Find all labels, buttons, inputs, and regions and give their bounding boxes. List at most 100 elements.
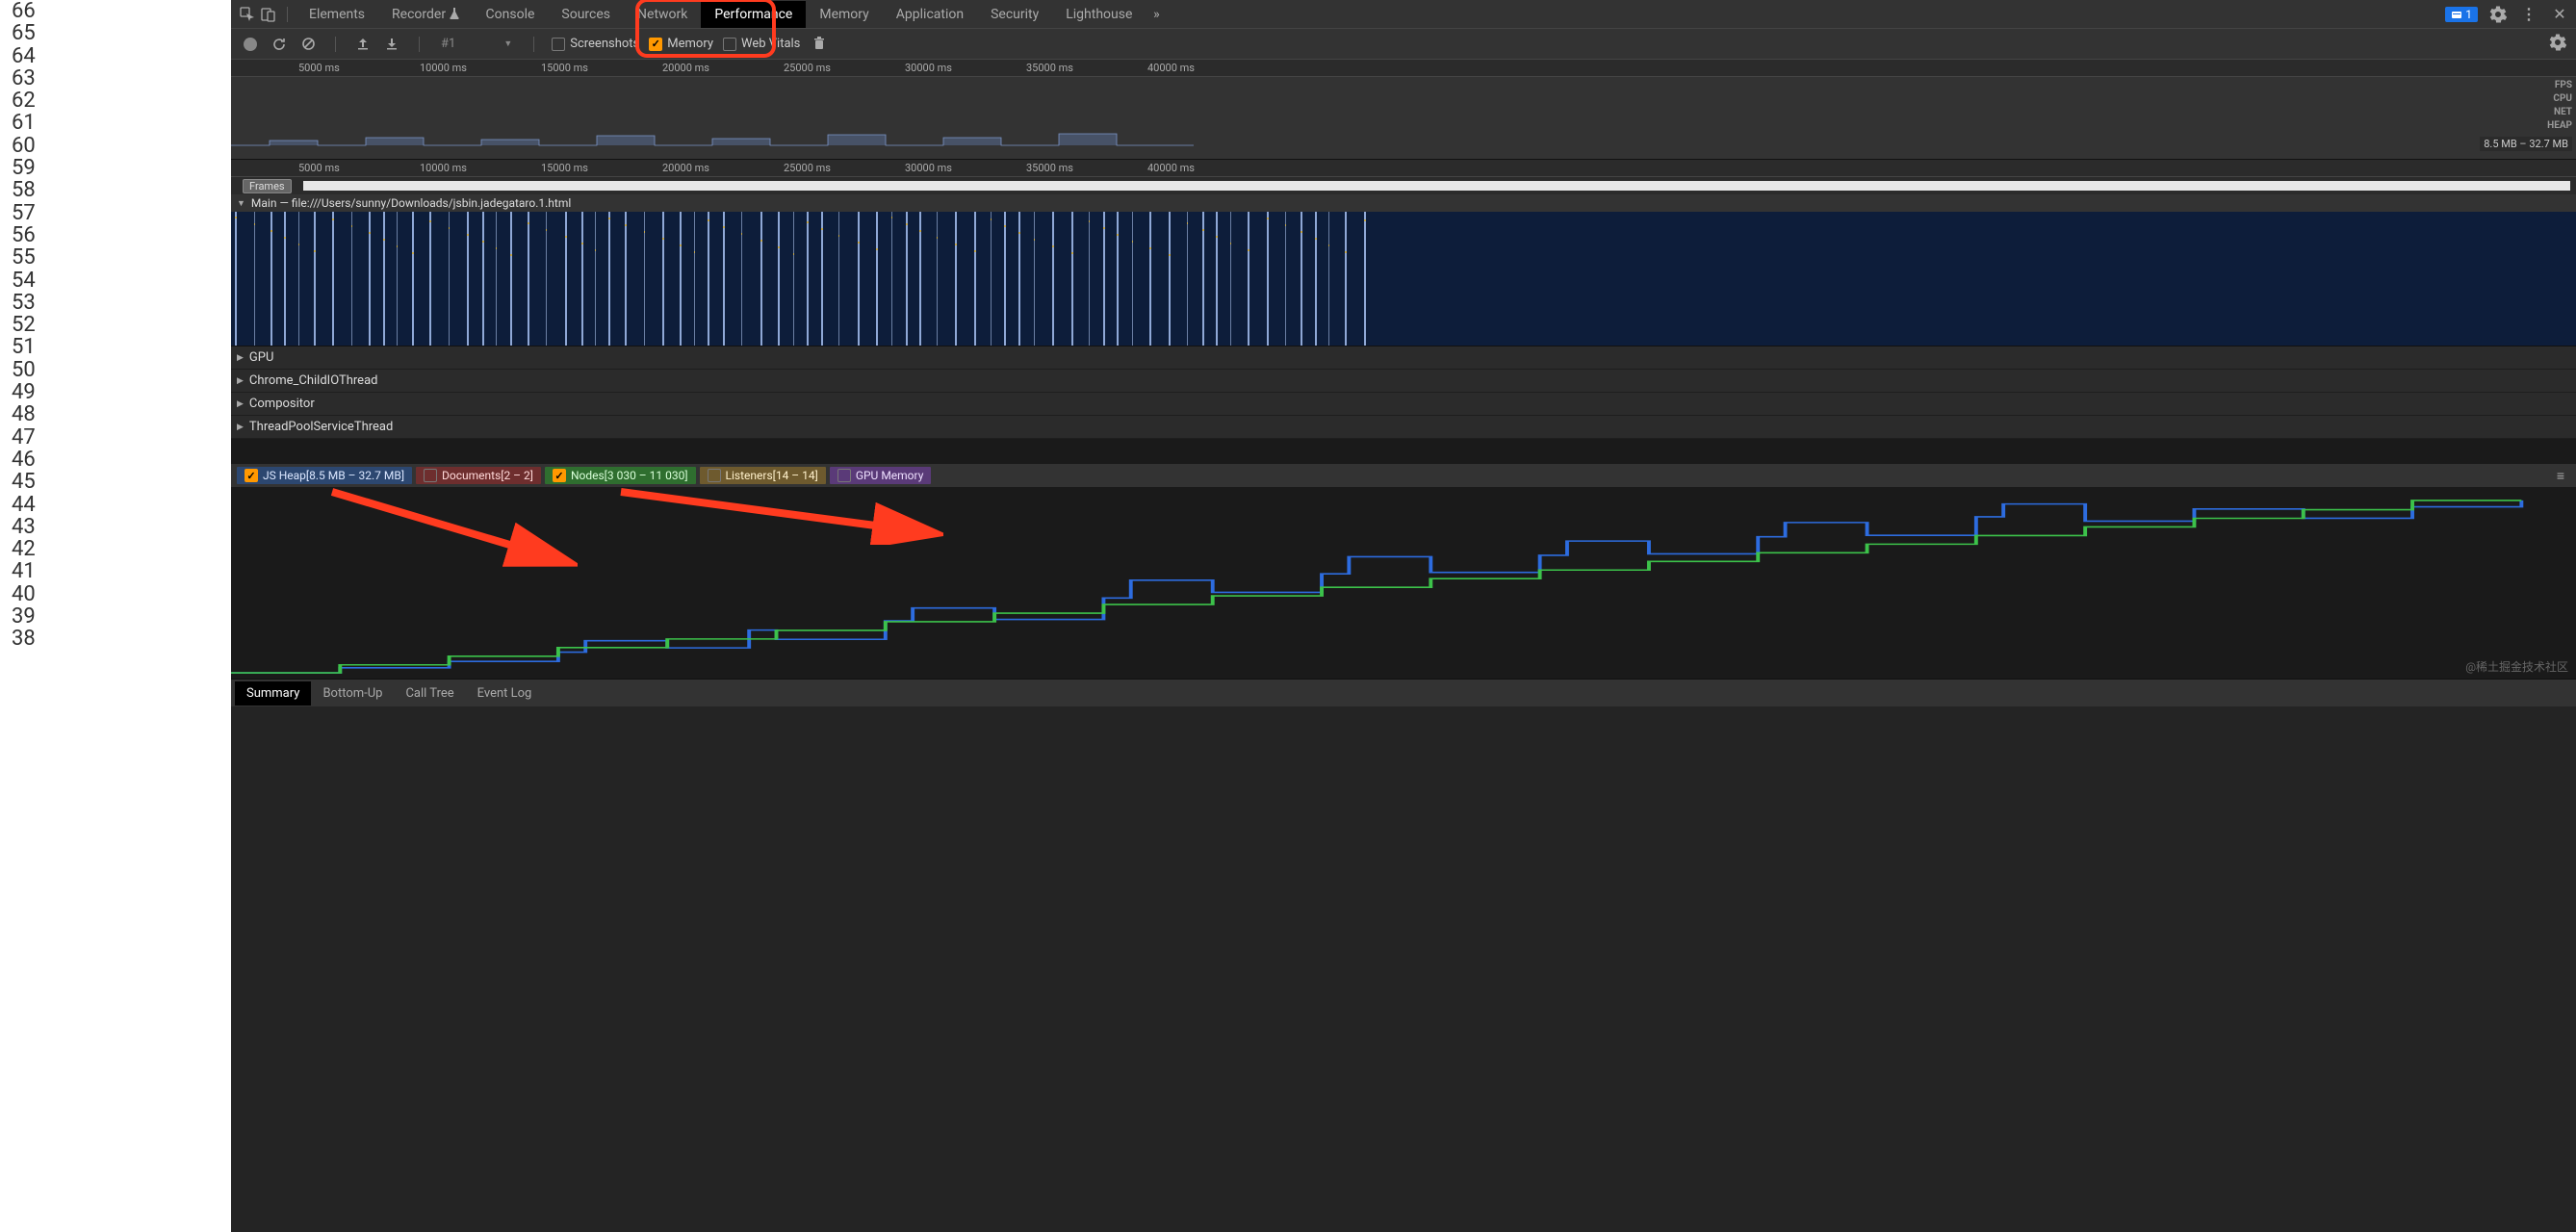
tab-recorder[interactable]: Recorder [378, 1, 473, 28]
tab-security[interactable]: Security [977, 1, 1052, 28]
device-toolbar-icon[interactable] [258, 4, 279, 25]
flame-task[interactable] [565, 212, 567, 346]
flame-task[interactable] [821, 212, 823, 346]
reload-record-icon[interactable] [270, 35, 289, 54]
flame-task[interactable] [314, 212, 316, 346]
flame-task[interactable] [1285, 212, 1286, 346]
gpumem-chip[interactable]: GPU Memory [830, 467, 932, 484]
flame-task[interactable] [662, 212, 664, 346]
flame-task[interactable] [625, 212, 627, 346]
detail-tab-bottom-up[interactable]: Bottom-Up [311, 681, 394, 706]
flame-task[interactable] [1301, 212, 1302, 346]
detail-tab-call-tree[interactable]: Call Tree [394, 681, 465, 706]
flame-task[interactable] [793, 212, 794, 346]
flame-task[interactable] [1328, 212, 1329, 346]
flame-task[interactable] [778, 212, 780, 346]
flame-task[interactable] [838, 212, 839, 346]
flame-task[interactable] [383, 212, 385, 346]
flame-task[interactable] [955, 212, 957, 346]
flame-task[interactable] [1089, 212, 1090, 346]
flame-task[interactable] [369, 212, 371, 346]
flame-task[interactable] [723, 212, 725, 346]
flame-task[interactable] [1052, 212, 1054, 346]
flame-task[interactable] [467, 212, 469, 346]
flame-task[interactable] [1267, 212, 1269, 346]
tab-application[interactable]: Application [883, 1, 977, 28]
issues-badge[interactable]: 1 [2445, 7, 2478, 22]
flame-task[interactable] [680, 212, 682, 346]
memory-menu-icon[interactable]: ≡ [2551, 468, 2570, 484]
close-devtools-icon[interactable]: ✕ [2549, 4, 2570, 25]
clear-icon[interactable] [298, 35, 318, 54]
flame-task[interactable] [332, 212, 334, 346]
flame-task[interactable] [1216, 212, 1218, 346]
flame-task[interactable] [937, 212, 938, 346]
main-thread-header[interactable]: ▼ Main — file:///Users/sunny/Downloads/j… [231, 194, 2576, 212]
kebab-menu-icon[interactable]: ⋮ [2518, 4, 2539, 25]
tab-elements[interactable]: Elements [296, 1, 378, 28]
flame-task[interactable] [1117, 212, 1119, 346]
flame-task[interactable] [412, 212, 414, 346]
detail-tab-event-log[interactable]: Event Log [466, 681, 544, 706]
gc-trash-icon[interactable] [810, 35, 829, 54]
frames-track-header[interactable]: Frames [231, 177, 2576, 194]
tab-network[interactable]: Network [624, 1, 701, 28]
flame-task[interactable] [1315, 212, 1317, 346]
flame-task[interactable] [644, 212, 645, 346]
details-ruler[interactable]: 5000 ms10000 ms15000 ms20000 ms25000 ms3… [231, 160, 2576, 177]
flame-task[interactable] [1103, 212, 1105, 346]
flame-task[interactable] [510, 212, 512, 346]
tab-lighthouse[interactable]: Lighthouse [1052, 1, 1146, 28]
flame-task[interactable] [807, 212, 809, 346]
flame-task[interactable] [1132, 212, 1133, 346]
flame-task[interactable] [741, 212, 742, 346]
flame-task[interactable] [1248, 212, 1249, 346]
tab-sources[interactable]: Sources [548, 1, 624, 28]
flame-task[interactable] [891, 212, 892, 346]
listeners-chip[interactable]: Listeners[14 – 14] [700, 467, 826, 484]
flame-task[interactable] [1230, 212, 1231, 346]
flame-task[interactable] [1018, 212, 1020, 346]
memory-chart[interactable]: @稀土掘金技术社区 [231, 487, 2576, 680]
jsheap-chip[interactable]: ✓JS Heap[8.5 MB – 32.7 MB] [237, 467, 412, 484]
webvitals-checkbox[interactable]: Web Vitals [723, 37, 800, 51]
flame-task[interactable] [708, 212, 709, 346]
memory-checkbox[interactable]: ✓ Memory [649, 37, 713, 51]
flame-task[interactable] [235, 212, 237, 346]
inspect-element-icon[interactable] [237, 4, 258, 25]
detail-tab-summary[interactable]: Summary [235, 681, 311, 706]
record-button[interactable] [241, 35, 260, 54]
tab-performance[interactable]: Performance [701, 1, 806, 28]
main-thread-flamechart[interactable] [231, 212, 2576, 346]
flame-task[interactable] [1004, 212, 1006, 346]
load-profile-icon[interactable] [353, 35, 373, 54]
thread-row-compositor[interactable]: ▶Compositor [231, 393, 2576, 416]
flame-task[interactable] [254, 212, 255, 346]
documents-chip[interactable]: Documents[2 – 2] [416, 467, 541, 484]
flame-task[interactable] [760, 212, 762, 346]
flame-task[interactable] [991, 212, 992, 346]
flame-task[interactable] [876, 212, 878, 346]
flame-task[interactable] [1345, 212, 1347, 346]
recording-history-dropdown[interactable]: #1 ▼ [437, 37, 516, 51]
settings-gear-icon[interactable] [2487, 4, 2509, 25]
flame-task[interactable] [496, 212, 497, 346]
flame-task[interactable] [919, 212, 921, 346]
flame-task[interactable] [1169, 212, 1171, 346]
flame-task[interactable] [298, 212, 299, 346]
overview-ruler[interactable]: 5000 ms10000 ms15000 ms20000 ms25000 ms3… [231, 60, 2576, 77]
tab-console[interactable]: Console [473, 1, 549, 28]
thread-row-chrome_childiothread[interactable]: ▶Chrome_ChildIOThread [231, 370, 2576, 393]
flame-task[interactable] [1071, 212, 1073, 346]
flame-task[interactable] [974, 212, 976, 346]
capture-settings-gear-icon[interactable] [2549, 34, 2566, 54]
thread-row-gpu[interactable]: ▶GPU [231, 346, 2576, 370]
flame-task[interactable] [270, 212, 272, 346]
flame-task[interactable] [906, 212, 908, 346]
flame-task[interactable] [528, 212, 529, 346]
save-profile-icon[interactable] [382, 35, 401, 54]
thread-row-threadpoolservicethread[interactable]: ▶ThreadPoolServiceThread [231, 416, 2576, 439]
tab-memory[interactable]: Memory [806, 1, 882, 28]
flame-task[interactable] [351, 212, 352, 346]
flame-task[interactable] [1202, 212, 1204, 346]
